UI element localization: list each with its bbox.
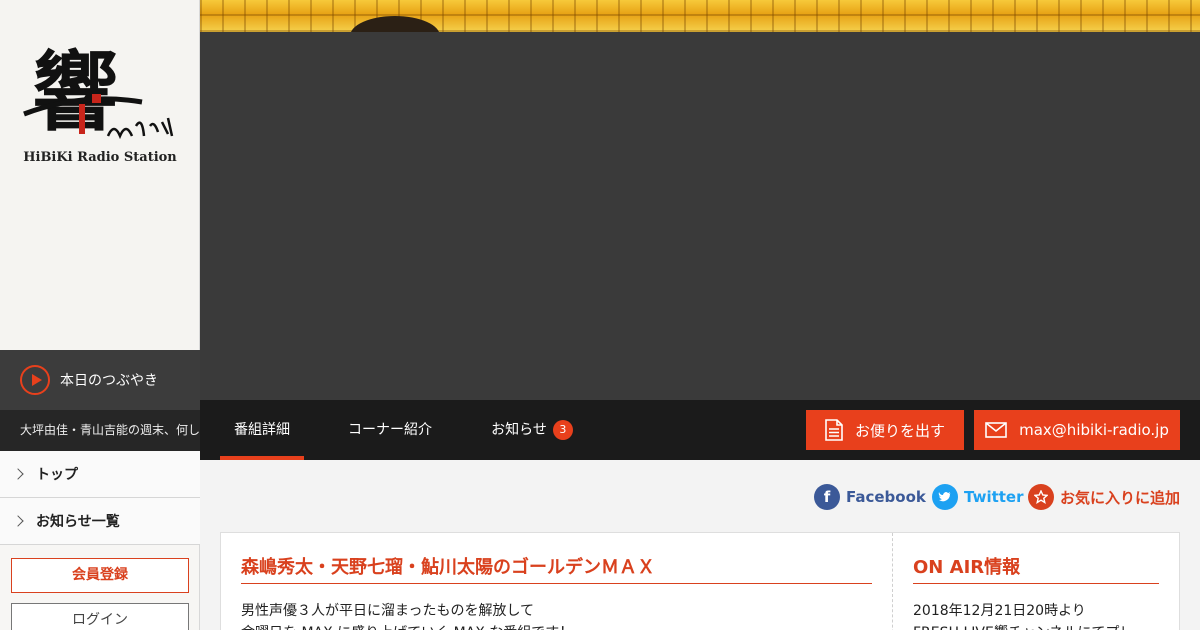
logo-seal (92, 94, 101, 103)
mail-icon (985, 422, 1007, 438)
logo-kanji: 響 (32, 42, 118, 142)
onair-info-column: ON AIR情報 2018年12月21日20時より FRESH LIVE響チャン… (913, 553, 1159, 630)
facebook-label: Facebook (846, 488, 926, 506)
tab-news[interactable]: お知らせ 3 (482, 400, 582, 460)
onair-details: 2018年12月21日20時より FRESH LIVE響チャンネルにてプレ (913, 600, 1159, 630)
program-content-panel: 森嶋秀太・天野七瑠・鮎川太陽のゴールデンＭＡＸ 男性声優３人が平日に溜まったもの… (220, 532, 1180, 630)
onair-title: ON AIR情報 (913, 553, 1159, 584)
twitter-icon (932, 484, 958, 510)
send-letter-button[interactable]: お便りを出す (806, 410, 964, 450)
star-icon (1028, 484, 1054, 510)
email-button[interactable]: max@hibiki-radio.jp (974, 410, 1180, 450)
program-description-column: 森嶋秀太・天野七瑠・鮎川太陽のゴールデンＭＡＸ 男性声優３人が平日に溜まったもの… (221, 533, 893, 630)
facebook-icon: f (814, 484, 840, 510)
news-count-badge: 3 (552, 420, 573, 440)
social-share-row: f Facebook Twitter お気に入りに追加 (200, 460, 1200, 532)
logo-caption: HiBiKi Radio Station (23, 150, 177, 165)
daily-tweet-title: 本日のつぶやき (60, 373, 158, 389)
daily-tweet-header[interactable]: 本日のつぶやき (0, 350, 200, 410)
play-icon[interactable] (20, 365, 50, 395)
video-player-area[interactable] (200, 32, 1200, 400)
daily-tweet-ticker[interactable]: 大坪由佳・青山吉能の週末、何して (0, 410, 200, 451)
tab-corners[interactable]: コーナー紹介 (340, 400, 440, 460)
favorite-label: お気に入りに追加 (1060, 488, 1181, 507)
facebook-share-button[interactable]: f Facebook (814, 484, 926, 510)
email-label: max@hibiki-radio.jp (1019, 421, 1169, 439)
description-line: 男性声優３人が平日に溜まったものを解放して (241, 603, 535, 619)
sidebar-item-news[interactable]: お知らせ一覧 (0, 498, 200, 545)
sidebar: 響 HiBiKi Radio Station 本日のつぶやき 大坪由佳・青山吉能… (0, 0, 200, 630)
program-description: 男性声優３人が平日に溜まったものを解放して 金曜日を MAX に盛り上げていく … (241, 600, 872, 630)
tab-program-details[interactable]: 番組詳細 (220, 400, 304, 460)
sidebar-item-label: お知らせ一覧 (36, 514, 120, 530)
program-title: 森嶋秀太・天野七瑠・鮎川太陽のゴールデンＭＡＸ (241, 553, 872, 584)
sidebar-item-top[interactable]: トップ (0, 451, 200, 498)
hibiki-logo[interactable]: 響 (22, 34, 178, 142)
sidebar-item-label: トップ (36, 467, 78, 483)
tab-label: お知らせ (491, 422, 547, 438)
side-nav: トップ お知らせ一覧 (0, 451, 200, 545)
tab-label: コーナー紹介 (348, 422, 432, 438)
tab-label: 番組詳細 (234, 422, 290, 438)
program-tab-bar: 番組詳細 コーナー紹介 お知らせ 3 お便りを出す max@hibiki-radi… (200, 400, 1200, 460)
document-icon (825, 419, 843, 441)
add-favorite-button[interactable]: お気に入りに追加 (1028, 484, 1180, 510)
twitter-label: Twitter (964, 488, 1024, 506)
onair-line: FRESH LIVE響チャンネルにてプレ (913, 622, 1159, 630)
twitter-share-button[interactable]: Twitter (932, 484, 1024, 510)
register-button[interactable]: 会員登録 (11, 558, 189, 593)
onair-line: 2018年12月21日20時より (913, 603, 1086, 619)
login-button[interactable]: ログイン (11, 603, 189, 630)
hero-person-image (350, 16, 440, 32)
chevron-right-icon (12, 468, 24, 480)
description-line: 金曜日を MAX に盛り上げていく MAX な番組です！ (241, 622, 872, 630)
send-letter-label: お便りを出す (854, 421, 945, 440)
hero-banner (200, 0, 1200, 32)
logo-area[interactable]: 響 HiBiKi Radio Station (0, 0, 199, 350)
chevron-right-icon (12, 515, 24, 527)
